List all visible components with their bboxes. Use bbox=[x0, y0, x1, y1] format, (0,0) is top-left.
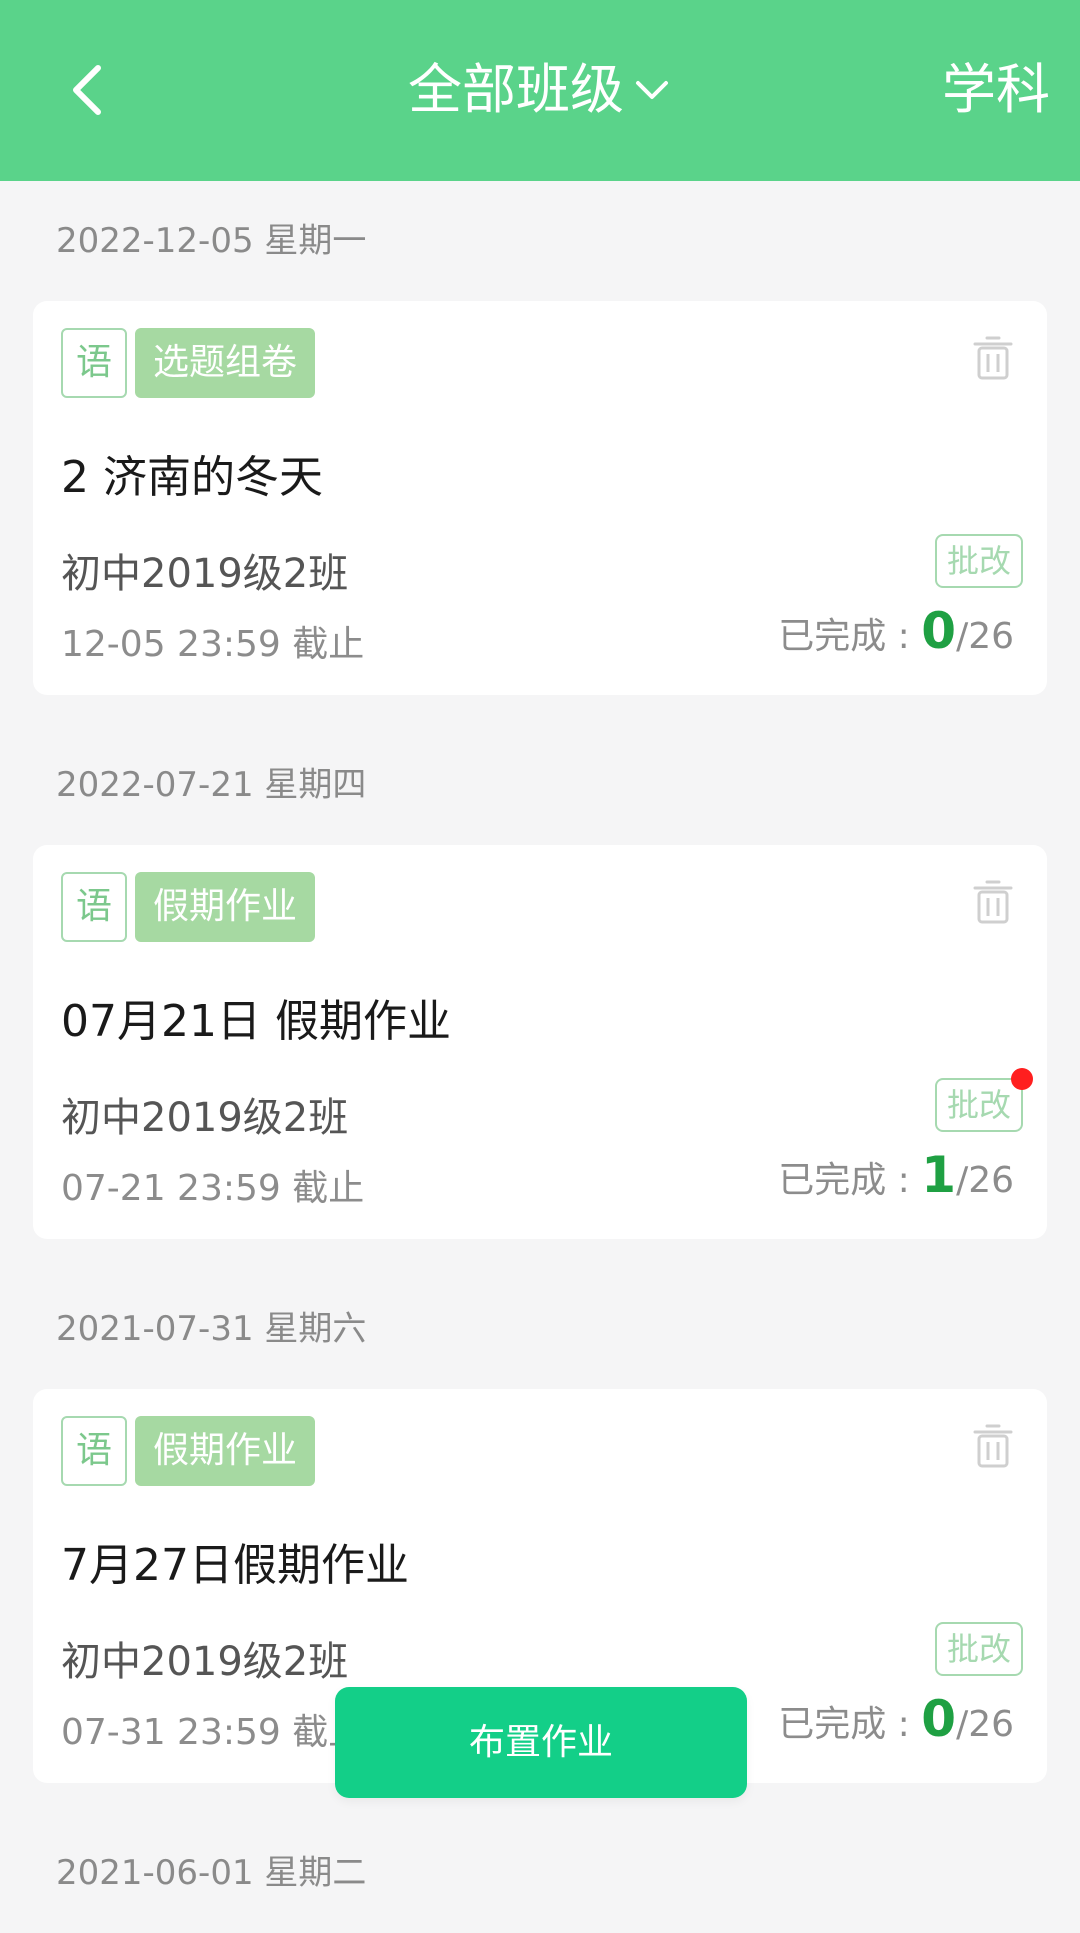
homework-list: 2022-12-05 星期一 语 选题组卷 2 济南的冬天 初中2019级2班 … bbox=[0, 181, 1080, 1933]
grade-button[interactable]: 批改 bbox=[935, 1622, 1023, 1676]
class-name: 初中2019级2班 bbox=[61, 551, 349, 597]
grade-label: 批改 bbox=[946, 1086, 1011, 1124]
homework-card[interactable]: 语 假期作业 07月21日 假期作业 初中2019级2班 07-21 23:59… bbox=[33, 845, 1047, 1239]
total-count: /26 bbox=[956, 1704, 1014, 1745]
subject-badge: 语 bbox=[61, 328, 127, 398]
completion-status: 已完成 : 0/26 bbox=[778, 1689, 1014, 1755]
grade-label: 批改 bbox=[946, 1630, 1011, 1668]
date-header: 2022-07-21 星期四 bbox=[56, 765, 367, 805]
class-selector[interactable]: 全部班级 bbox=[0, 50, 1080, 130]
completed-label: 已完成 : bbox=[778, 616, 910, 657]
deadline: 07-21 23:59 截止 bbox=[61, 1168, 365, 1209]
date-header: 2021-07-31 星期六 bbox=[56, 1309, 367, 1349]
completion-status: 已完成 : 1/26 bbox=[778, 1145, 1014, 1211]
date-header: 2022-12-05 星期一 bbox=[56, 221, 367, 261]
type-badge: 假期作业 bbox=[135, 1416, 316, 1486]
completed-label: 已完成 : bbox=[778, 1704, 910, 1745]
date-header: 2021-06-01 星期二 bbox=[56, 1853, 367, 1893]
homework-title: 7月27日假期作业 bbox=[61, 1540, 409, 1591]
completed-count: 0 bbox=[921, 1690, 957, 1748]
class-name: 初中2019级2班 bbox=[61, 1095, 349, 1141]
grade-button[interactable]: 批改 bbox=[935, 534, 1023, 588]
app-header: 全部班级 学科 bbox=[0, 0, 1080, 181]
deadline: 12-05 23:59 截止 bbox=[61, 624, 365, 665]
chevron-down-icon bbox=[636, 81, 668, 100]
page-title: 全部班级 bbox=[408, 58, 624, 121]
homework-title: 2 济南的冬天 bbox=[61, 452, 323, 503]
trash-icon bbox=[973, 880, 1013, 924]
completed-count: 1 bbox=[921, 1146, 957, 1204]
total-count: /26 bbox=[956, 616, 1014, 657]
homework-title: 07月21日 假期作业 bbox=[61, 996, 451, 1047]
grade-label: 批改 bbox=[946, 542, 1011, 580]
completed-label: 已完成 : bbox=[778, 1160, 910, 1201]
subject-badge: 语 bbox=[61, 1416, 127, 1486]
completion-status: 已完成 : 0/26 bbox=[778, 601, 1014, 667]
type-badge: 选题组卷 bbox=[135, 328, 316, 398]
delete-button[interactable] bbox=[969, 334, 1017, 382]
assign-homework-button[interactable]: 布置作业 bbox=[335, 1687, 747, 1798]
notification-dot bbox=[1011, 1068, 1033, 1090]
trash-icon bbox=[973, 336, 1013, 380]
total-count: /26 bbox=[956, 1160, 1014, 1201]
type-badge: 假期作业 bbox=[135, 872, 316, 942]
homework-card[interactable]: 语 选题组卷 2 济南的冬天 初中2019级2班 12-05 23:59 截止 … bbox=[33, 301, 1047, 695]
class-name: 初中2019级2班 bbox=[61, 1639, 349, 1685]
grade-button[interactable]: 批改 bbox=[935, 1068, 1033, 1132]
subject-badge: 语 bbox=[61, 872, 127, 942]
trash-icon bbox=[973, 1424, 1013, 1468]
completed-count: 0 bbox=[921, 602, 957, 660]
subject-filter-button[interactable]: 学科 bbox=[942, 50, 1050, 130]
delete-button[interactable] bbox=[969, 1422, 1017, 1470]
deadline: 07-31 23:59 截止 bbox=[61, 1712, 365, 1753]
delete-button[interactable] bbox=[969, 878, 1017, 926]
